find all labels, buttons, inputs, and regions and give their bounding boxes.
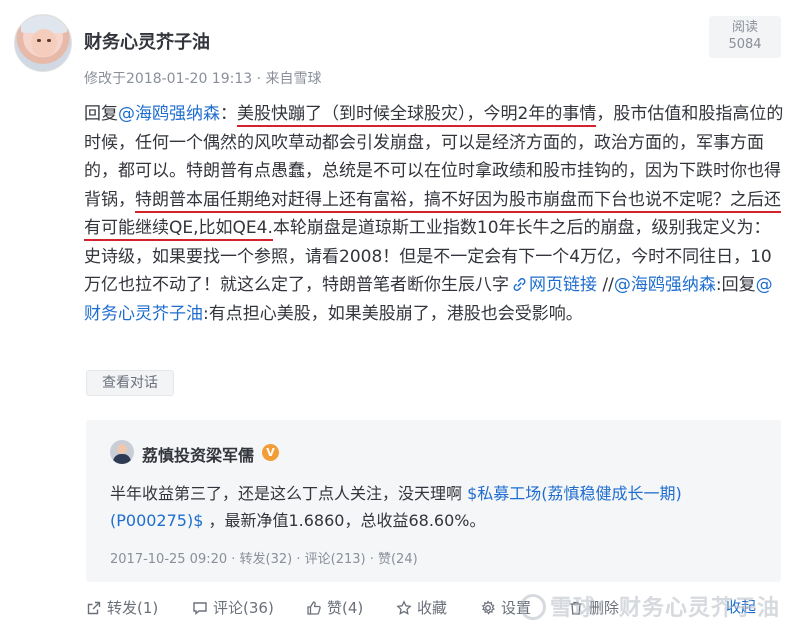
watermark-text: 雪球：财务心灵芥子油 [550,596,781,621]
quote-text-part: ，最新净值1.6860，总收益68.60%。 [203,511,486,530]
link-icon [513,278,526,291]
content-text: :有点担心美股，如果美股崩了，港股也会受影响。 [203,303,583,324]
forward-button[interactable]: 转发(1) [86,596,158,620]
comment-label[interactable]: 评论(36) [213,597,274,619]
web-link-label[interactable]: 网页链接 [529,275,597,295]
content-text: ： [220,104,237,124]
verified-badge-icon: V [262,444,279,461]
read-count-box: 阅读 5084 [709,16,781,58]
mention-link[interactable]: @海鸥强纳森 [614,275,716,295]
favorite-label[interactable]: 收藏 [417,597,447,619]
star-icon [396,600,412,615]
quoted-post[interactable]: 荔慎投资梁军儒 V 半年收益第三了，还是这么丁点人关注，没天理啊 $私募工场(荔… [86,420,781,582]
read-label: 阅读 [731,20,758,35]
avatar-eye-right [47,39,51,42]
author-avatar[interactable] [14,14,72,72]
like-button[interactable]: 赞(4) [306,596,363,620]
quote-text: 半年收益第三了，还是这么丁点人关注，没天理啊 $私募工场(荔慎稳健成长一期)(P… [110,480,750,534]
gear-icon [481,600,495,615]
read-count: 5084 [728,37,762,52]
content-text: // [597,275,614,295]
mention-link[interactable]: @海鸥强纳森 [118,104,220,124]
post-content: 回复@海鸥强纳森：美股快蹦了（到时候全球股灾），今明2年的事情，股市估值和股指高… [84,100,784,328]
post-meta: 修改于2018-01-20 19:13 · 来自雪球 [84,71,322,87]
watermark: 雪球：财务心灵芥子油 [520,590,780,622]
favorite-button[interactable]: 收藏 [396,596,447,620]
forward-icon [87,601,101,615]
forward-label[interactable]: 转发(1) [107,597,158,619]
comment-button[interactable]: 评论(36) [192,596,274,620]
comment-icon [193,602,207,615]
snowball-logo-icon [520,594,546,620]
view-conversation-button[interactable]: 查看对话 [86,370,174,396]
quote-author-name[interactable]: 荔慎投资梁军儒 [142,442,254,466]
web-link[interactable]: 网页链接 [509,275,597,295]
avatar-body [113,454,131,464]
reply-prefix: 回复 [84,104,118,124]
quote-author-avatar[interactable] [110,440,134,464]
underlined-text: 美股快蹦了（到时候全球股灾），今明2年的事情 [237,104,597,127]
quote-meta: 2017-10-25 09:20 · 转发(32) · 评论(213) · 赞(… [110,552,418,567]
quote-text-part: 半年收益第三了，还是这么丁点人关注，没天理啊 [110,484,468,503]
avatar-face [31,29,57,57]
thumbs-up-icon [307,601,321,615]
author-name[interactable]: 财务心灵芥子油 [84,28,210,54]
avatar-head [117,444,127,454]
avatar-eye-left [37,39,41,42]
content-text: :回复 [715,275,756,295]
like-label[interactable]: 赞(4) [327,597,363,619]
